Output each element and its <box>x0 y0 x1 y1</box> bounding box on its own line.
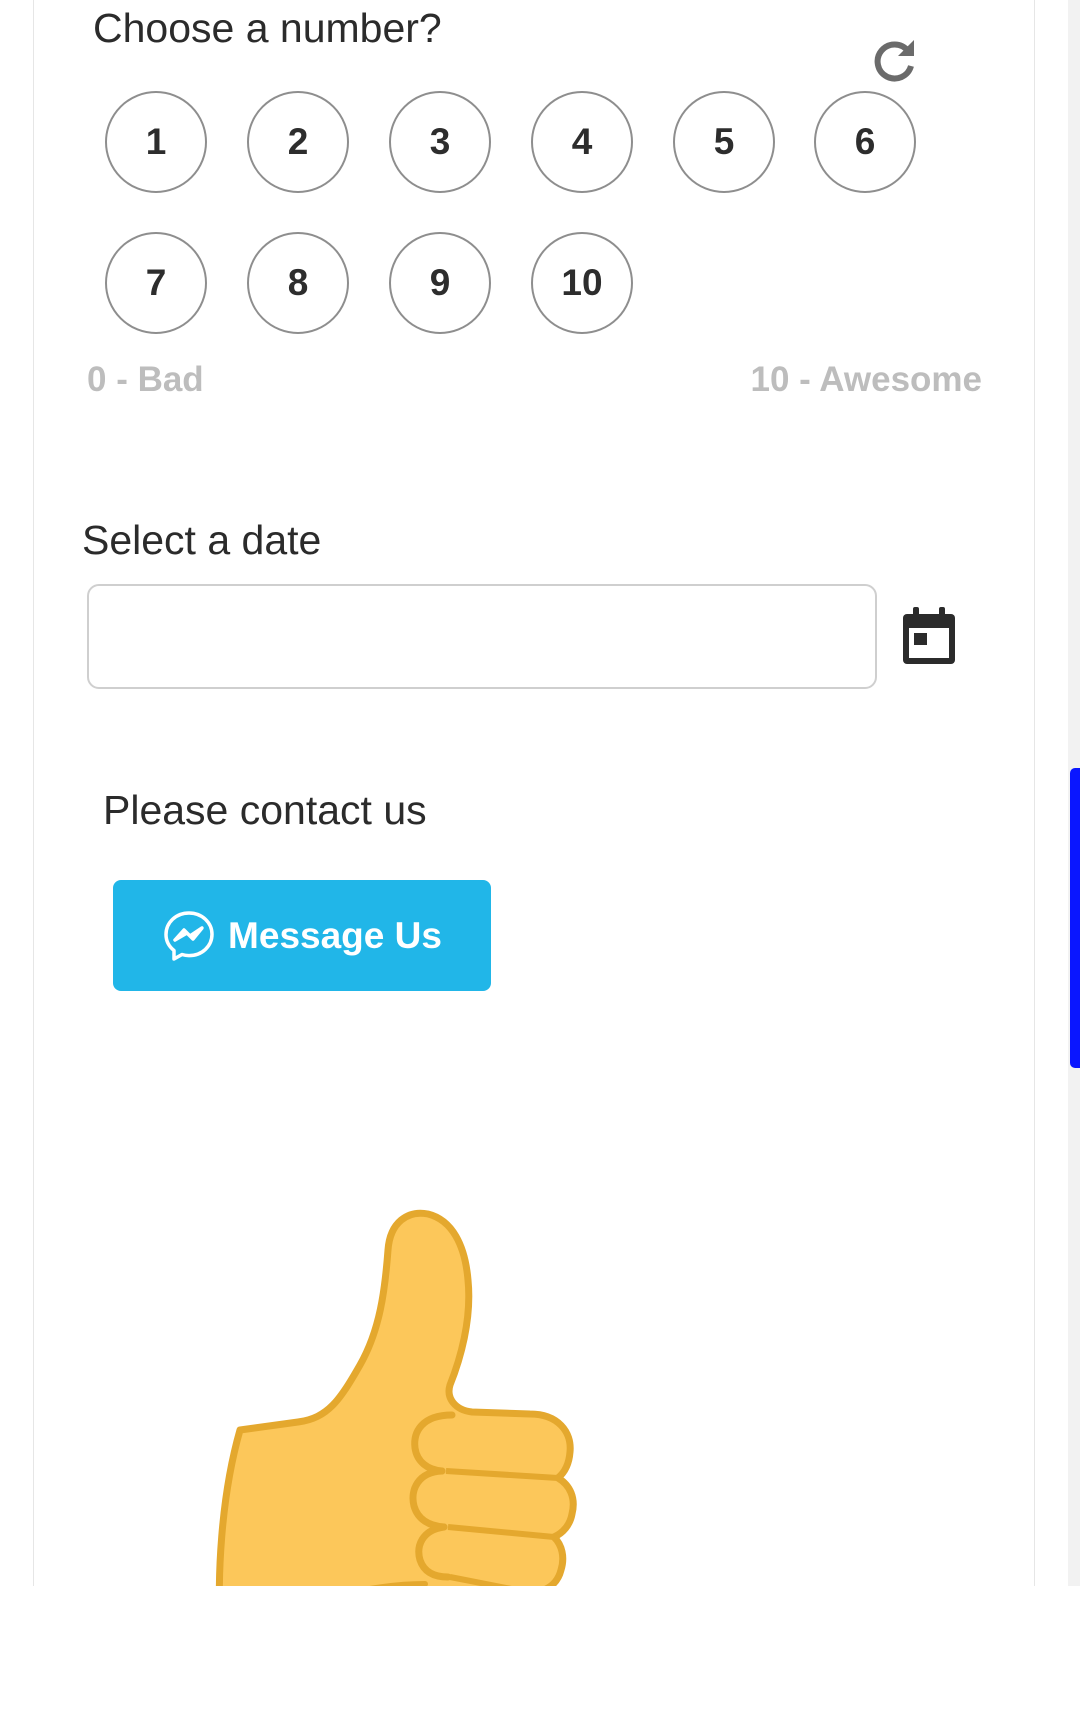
message-us-label: Message Us <box>228 914 442 956</box>
date-input[interactable] <box>87 584 877 689</box>
calendar-icon[interactable] <box>900 605 958 667</box>
number-option-1[interactable]: 1 <box>105 91 207 193</box>
scrollbar[interactable] <box>1068 0 1080 1586</box>
number-option-2[interactable]: 2 <box>247 91 349 193</box>
scale-low-label: 0 - Bad <box>87 360 204 399</box>
number-option-10[interactable]: 10 <box>531 232 633 334</box>
number-option-6[interactable]: 6 <box>814 91 916 193</box>
scrollbar-thumb[interactable] <box>1070 768 1080 1068</box>
number-option-7[interactable]: 7 <box>105 232 207 334</box>
survey-viewport: Choose a number? 1 2 3 4 5 6 7 8 9 10 0 … <box>0 0 1080 1586</box>
number-option-8[interactable]: 8 <box>247 232 349 334</box>
number-question-title: Choose a number? <box>93 5 442 51</box>
number-option-5[interactable]: 5 <box>673 91 775 193</box>
thumbs-up-icon <box>215 1209 577 1586</box>
contact-title: Please contact us <box>103 787 427 833</box>
number-option-4[interactable]: 4 <box>531 91 633 193</box>
number-option-9[interactable]: 9 <box>389 232 491 334</box>
scale-high-label: 10 - Awesome <box>750 360 983 399</box>
message-us-button[interactable]: Message Us <box>113 880 491 991</box>
messenger-icon <box>164 910 214 961</box>
date-question-title: Select a date <box>82 517 322 563</box>
reload-icon[interactable] <box>868 36 920 88</box>
number-option-3[interactable]: 3 <box>389 91 491 193</box>
